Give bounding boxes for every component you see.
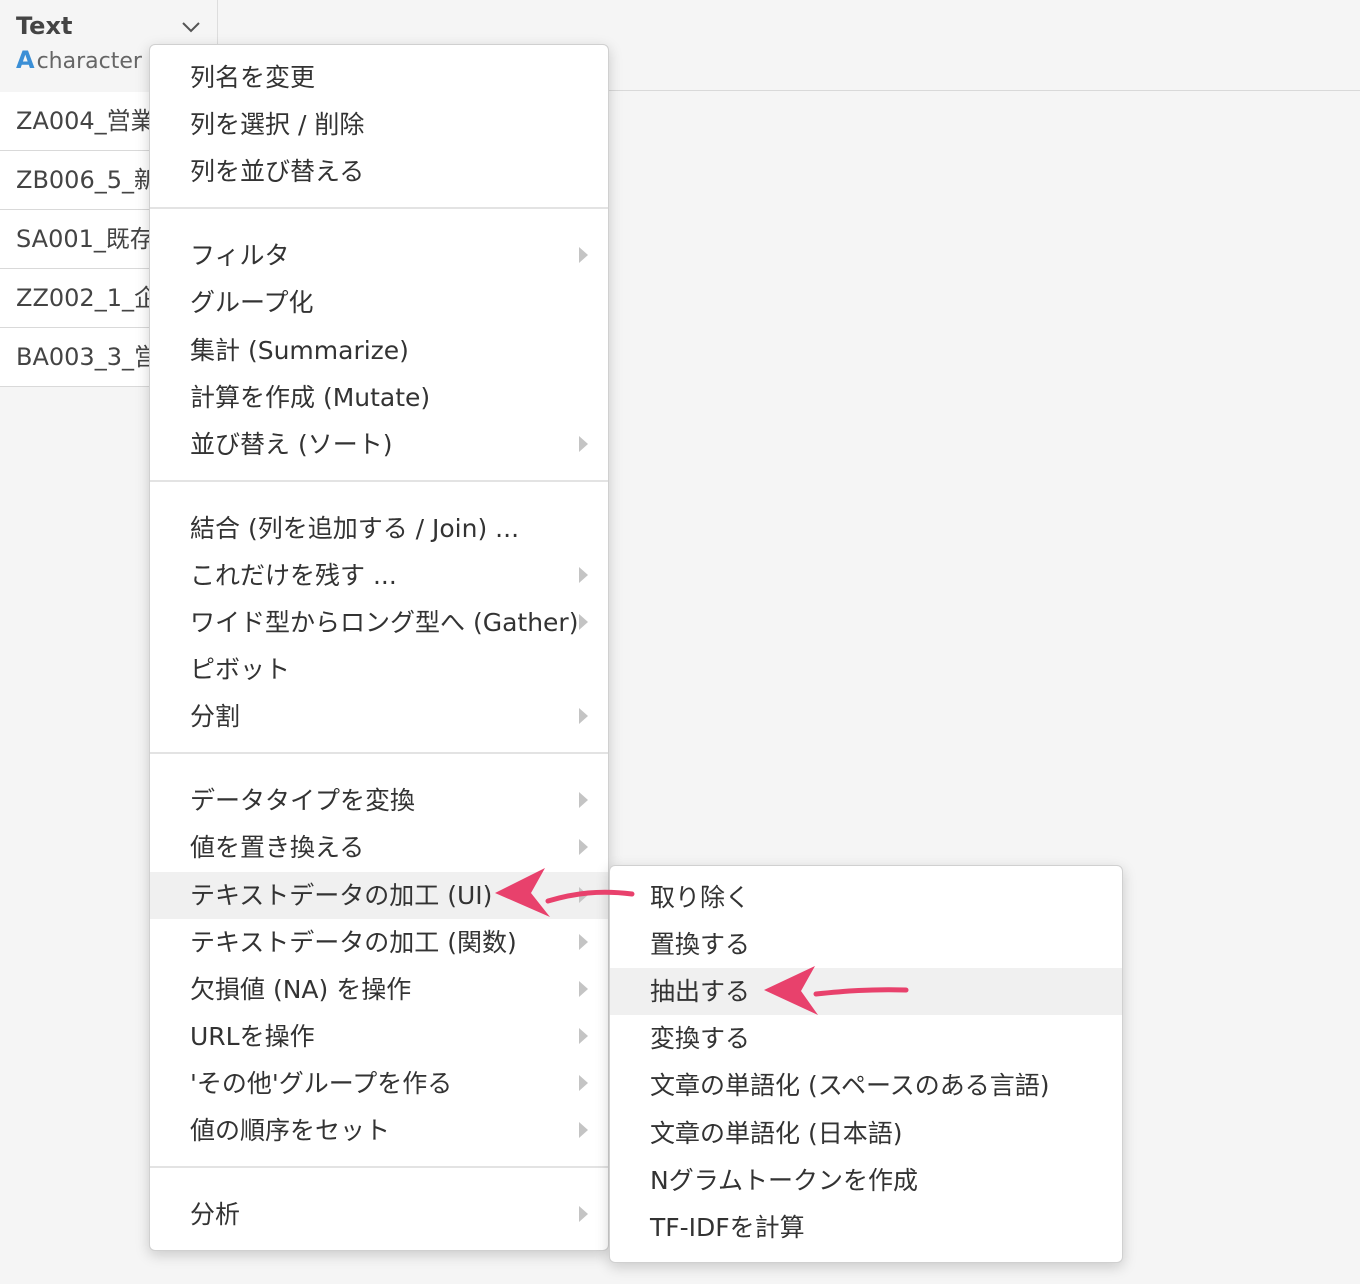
menu-item-label: 値を置き換える — [190, 833, 365, 862]
menu-item-label: 列を選択 / 削除 — [190, 110, 365, 139]
menu-item[interactable]: これだけを残す ... — [150, 552, 608, 599]
menu-item-label: 分析 — [190, 1200, 241, 1229]
menu-item-label: グループ化 — [190, 288, 314, 317]
column-name: Text — [16, 12, 73, 40]
menu-item-label: 列名を変更 — [190, 63, 316, 92]
submenu-arrow-icon — [579, 934, 588, 950]
menu-item[interactable]: 抽出する — [610, 968, 1122, 1015]
submenu-arrow-icon — [579, 436, 588, 452]
submenu-arrow-icon — [579, 1206, 588, 1222]
menu-item-label: ワイド型からロング型へ (Gather) — [190, 608, 579, 637]
menu-item[interactable]: 'その他'グループを作る — [150, 1060, 608, 1107]
menu-item[interactable]: ピボット — [150, 646, 608, 693]
menu-item-label: テキストデータの加工 (関数) — [190, 928, 517, 957]
menu-item[interactable]: 値の順序をセット — [150, 1107, 608, 1154]
menu-item[interactable]: テキストデータの加工 (UI) — [150, 872, 608, 919]
submenu-arrow-icon — [579, 1075, 588, 1091]
menu-item[interactable]: Nグラムトークンを作成 — [610, 1157, 1122, 1204]
menu-item-label: 列を並び替える — [190, 157, 365, 186]
menu-separator — [150, 1166, 608, 1168]
menu-item-label: 分割 — [190, 702, 241, 731]
menu-item[interactable]: 分割 — [150, 693, 608, 740]
menu-item-label: 並び替え (ソート) — [190, 430, 393, 459]
menu-item-label: データタイプを変換 — [190, 786, 416, 815]
menu-item[interactable]: 列を並び替える — [150, 148, 608, 195]
chevron-down-icon[interactable] — [178, 14, 204, 40]
submenu-arrow-icon — [579, 839, 588, 855]
menu-item-label: 結合 (列を追加する / Join) ... — [190, 514, 520, 543]
menu-item[interactable]: データタイプを変換 — [150, 777, 608, 824]
menu-item-label: 文章の単語化 (スペースのある言語) — [650, 1071, 1050, 1100]
menu-item-label: 抽出する — [650, 977, 751, 1006]
menu-item[interactable]: 取り除く — [610, 874, 1122, 921]
menu-item[interactable]: 値を置き換える — [150, 824, 608, 871]
menu-item-label: フィルタ — [190, 241, 290, 270]
submenu-arrow-icon — [579, 1028, 588, 1044]
submenu-arrow-icon — [579, 567, 588, 583]
menu-item-label: 欠損値 (NA) を操作 — [190, 975, 412, 1004]
menu-item-label: 文章の単語化 (日本語) — [650, 1119, 903, 1148]
menu-item-label: 変換する — [650, 1024, 751, 1053]
menu-item[interactable]: 集計 (Summarize) — [150, 327, 608, 374]
menu-separator — [150, 752, 608, 754]
submenu-arrow-icon — [579, 792, 588, 808]
menu-item-label: 置換する — [650, 930, 751, 959]
menu-separator — [150, 207, 608, 209]
menu-separator — [150, 480, 608, 482]
menu-item-label: これだけを残す ... — [190, 561, 397, 590]
menu-item[interactable]: 文章の単語化 (スペースのある言語) — [610, 1062, 1122, 1109]
submenu-arrow-icon — [579, 981, 588, 997]
menu-item-label: テキストデータの加工 (UI) — [190, 881, 493, 910]
submenu-arrow-icon — [579, 708, 588, 724]
menu-item[interactable]: 変換する — [610, 1015, 1122, 1062]
menu-item-label: 'その他'グループを作る — [190, 1069, 453, 1098]
menu-item[interactable]: テキストデータの加工 (関数) — [150, 919, 608, 966]
menu-item-label: URLを操作 — [190, 1022, 315, 1051]
menu-item[interactable]: 結合 (列を追加する / Join) ... — [150, 505, 608, 552]
menu-item[interactable]: グループ化 — [150, 279, 608, 326]
menu-item[interactable]: フィルタ — [150, 232, 608, 279]
menu-item[interactable]: 列を選択 / 削除 — [150, 101, 608, 148]
menu-item[interactable]: TF-IDFを計算 — [610, 1204, 1122, 1251]
menu-item-label: 値の順序をセット — [190, 1116, 391, 1145]
menu-item[interactable]: 置換する — [610, 921, 1122, 968]
submenu-arrow-icon — [579, 614, 588, 630]
character-type-icon: A — [16, 46, 35, 74]
menu-item[interactable]: 文章の単語化 (日本語) — [610, 1110, 1122, 1157]
menu-item[interactable]: 分析 — [150, 1191, 608, 1238]
menu-item[interactable]: ワイド型からロング型へ (Gather) — [150, 599, 608, 646]
menu-item[interactable]: 計算を作成 (Mutate) — [150, 374, 608, 421]
column-type: Acharacter — [16, 46, 142, 74]
column-type-label: character — [36, 49, 142, 74]
menu-item[interactable]: 並び替え (ソート) — [150, 421, 608, 468]
column-context-menu: 列名を変更列を選択 / 削除 列を並び替える フィルタグループ化集計 (Summar… — [149, 44, 609, 1251]
menu-item-label: TF-IDFを計算 — [650, 1213, 805, 1242]
submenu-arrow-icon — [579, 1122, 588, 1138]
submenu-arrow-icon — [579, 247, 588, 263]
menu-item[interactable]: 欠損値 (NA) を操作 — [150, 966, 608, 1013]
menu-item[interactable]: URLを操作 — [150, 1013, 608, 1060]
menu-item-label: ピボット — [190, 655, 291, 684]
text-processing-submenu: 取り除く置換する抽出する変換する文章の単語化 (スペースのある言語) 文章の単語化… — [609, 865, 1123, 1263]
submenu-arrow-icon — [579, 887, 588, 903]
menu-item[interactable]: 列名を変更 — [150, 54, 608, 101]
menu-item-label: 取り除く — [650, 883, 751, 912]
menu-item-label: 集計 (Summarize) — [190, 336, 409, 365]
menu-item-label: 計算を作成 (Mutate) — [190, 383, 431, 412]
menu-item-label: Nグラムトークンを作成 — [650, 1166, 918, 1195]
